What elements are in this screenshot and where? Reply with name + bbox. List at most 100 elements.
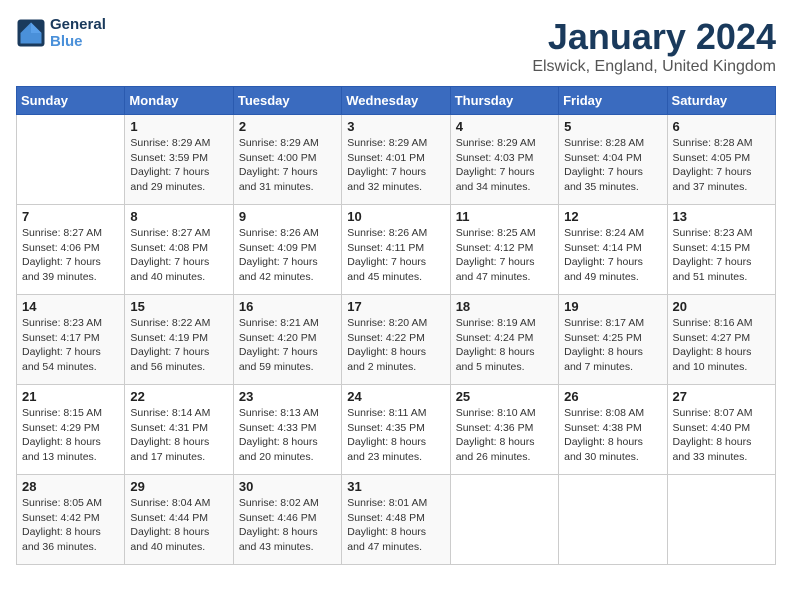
day-info: Sunrise: 8:10 AMSunset: 4:36 PMDaylight:…	[456, 406, 553, 465]
calendar-table: SundayMondayTuesdayWednesdayThursdayFrid…	[16, 86, 776, 565]
day-header-sunday: Sunday	[17, 87, 125, 115]
calendar-cell: 5 Sunrise: 8:28 AMSunset: 4:04 PMDaylight…	[559, 115, 667, 205]
day-number: 12	[564, 209, 661, 224]
day-info: Sunrise: 8:21 AMSunset: 4:20 PMDaylight:…	[239, 316, 336, 375]
day-info: Sunrise: 8:29 AMSunset: 4:00 PMDaylight:…	[239, 136, 336, 195]
logo-text: General Blue	[50, 16, 106, 50]
day-info: Sunrise: 8:13 AMSunset: 4:33 PMDaylight:…	[239, 406, 336, 465]
day-number: 24	[347, 389, 444, 404]
calendar-cell: 31 Sunrise: 8:01 AMSunset: 4:48 PMDayligh…	[342, 475, 450, 565]
calendar-cell: 17 Sunrise: 8:20 AMSunset: 4:22 PMDayligh…	[342, 295, 450, 385]
calendar-cell: 18Sunrise: 8:19 AMSunset: 4:24 PMDayligh…	[450, 295, 558, 385]
day-header-friday: Friday	[559, 87, 667, 115]
calendar-cell: 29Sunrise: 8:04 AMSunset: 4:44 PMDayligh…	[125, 475, 233, 565]
calendar-cell	[450, 475, 558, 565]
day-number: 19	[564, 299, 661, 314]
calendar-week-5: 28Sunrise: 8:05 AMSunset: 4:42 PMDayligh…	[17, 475, 776, 565]
calendar-cell: 11 Sunrise: 8:25 AMSunset: 4:12 PMDayligh…	[450, 205, 558, 295]
day-info: Sunrise: 8:28 AMSunset: 4:05 PMDaylight:…	[673, 136, 770, 195]
day-info: Sunrise: 8:27 AMSunset: 4:06 PMDaylight:…	[22, 226, 119, 285]
day-header-saturday: Saturday	[667, 87, 775, 115]
day-number: 14	[22, 299, 119, 314]
day-info: Sunrise: 8:20 AMSunset: 4:22 PMDaylight:…	[347, 316, 444, 375]
calendar-cell: 9 Sunrise: 8:26 AMSunset: 4:09 PMDaylight…	[233, 205, 341, 295]
day-info: Sunrise: 8:23 AMSunset: 4:15 PMDaylight:…	[673, 226, 770, 285]
day-number: 21	[22, 389, 119, 404]
day-number: 10	[347, 209, 444, 224]
calendar-cell: 1 Sunrise: 8:29 AMSunset: 3:59 PMDaylight…	[125, 115, 233, 205]
calendar-cell: 8 Sunrise: 8:27 AMSunset: 4:08 PMDaylight…	[125, 205, 233, 295]
calendar-cell: 28Sunrise: 8:05 AMSunset: 4:42 PMDayligh…	[17, 475, 125, 565]
day-number: 17	[347, 299, 444, 314]
day-info: Sunrise: 8:01 AMSunset: 4:48 PMDaylight:…	[347, 496, 444, 555]
day-info: Sunrise: 8:24 AMSunset: 4:14 PMDaylight:…	[564, 226, 661, 285]
day-number: 3	[347, 119, 444, 134]
day-number: 13	[673, 209, 770, 224]
day-info: Sunrise: 8:11 AMSunset: 4:35 PMDaylight:…	[347, 406, 444, 465]
day-number: 4	[456, 119, 553, 134]
calendar-cell: 19 Sunrise: 8:17 AMSunset: 4:25 PMDayligh…	[559, 295, 667, 385]
day-number: 5	[564, 119, 661, 134]
day-info: Sunrise: 8:07 AMSunset: 4:40 PMDaylight:…	[673, 406, 770, 465]
day-header-tuesday: Tuesday	[233, 87, 341, 115]
day-info: Sunrise: 8:23 AMSunset: 4:17 PMDaylight:…	[22, 316, 119, 375]
title-area: January 2024 Elswick, England, United Ki…	[532, 16, 776, 76]
calendar-cell: 10 Sunrise: 8:26 AMSunset: 4:11 PMDayligh…	[342, 205, 450, 295]
calendar-cell: 26 Sunrise: 8:08 AMSunset: 4:38 PMDayligh…	[559, 385, 667, 475]
calendar-cell: 2 Sunrise: 8:29 AMSunset: 4:00 PMDaylight…	[233, 115, 341, 205]
day-info: Sunrise: 8:26 AMSunset: 4:11 PMDaylight:…	[347, 226, 444, 285]
day-header-monday: Monday	[125, 87, 233, 115]
day-info: Sunrise: 8:17 AMSunset: 4:25 PMDaylight:…	[564, 316, 661, 375]
day-header-wednesday: Wednesday	[342, 87, 450, 115]
day-info: Sunrise: 8:29 AMSunset: 3:59 PMDaylight:…	[130, 136, 227, 195]
calendar-cell: 4 Sunrise: 8:29 AMSunset: 4:03 PMDaylight…	[450, 115, 558, 205]
calendar-cell: 27 Sunrise: 8:07 AMSunset: 4:40 PMDayligh…	[667, 385, 775, 475]
calendar-cell: 7 Sunrise: 8:27 AMSunset: 4:06 PMDaylight…	[17, 205, 125, 295]
calendar-header: General Blue January 2024 Elswick, Engla…	[16, 16, 776, 76]
calendar-cell: 30 Sunrise: 8:02 AMSunset: 4:46 PMDayligh…	[233, 475, 341, 565]
day-number: 9	[239, 209, 336, 224]
day-number: 23	[239, 389, 336, 404]
calendar-cell: 3 Sunrise: 8:29 AMSunset: 4:01 PMDaylight…	[342, 115, 450, 205]
calendar-cell: 20Sunrise: 8:16 AMSunset: 4:27 PMDayligh…	[667, 295, 775, 385]
day-number: 7	[22, 209, 119, 224]
day-number: 16	[239, 299, 336, 314]
day-number: 15	[130, 299, 227, 314]
day-info: Sunrise: 8:22 AMSunset: 4:19 PMDaylight:…	[130, 316, 227, 375]
calendar-cell: 6Sunrise: 8:28 AMSunset: 4:05 PMDaylight…	[667, 115, 775, 205]
calendar-cell: 24 Sunrise: 8:11 AMSunset: 4:35 PMDayligh…	[342, 385, 450, 475]
day-info: Sunrise: 8:25 AMSunset: 4:12 PMDaylight:…	[456, 226, 553, 285]
calendar-subtitle: Elswick, England, United Kingdom	[532, 58, 776, 76]
day-number: 11	[456, 209, 553, 224]
day-number: 26	[564, 389, 661, 404]
day-number: 27	[673, 389, 770, 404]
day-info: Sunrise: 8:28 AMSunset: 4:04 PMDaylight:…	[564, 136, 661, 195]
calendar-cell: 14 Sunrise: 8:23 AMSunset: 4:17 PMDayligh…	[17, 295, 125, 385]
calendar-cell: 22Sunrise: 8:14 AMSunset: 4:31 PMDayligh…	[125, 385, 233, 475]
day-number: 1	[130, 119, 227, 134]
logo-icon	[16, 18, 46, 48]
day-info: Sunrise: 8:27 AMSunset: 4:08 PMDaylight:…	[130, 226, 227, 285]
day-info: Sunrise: 8:02 AMSunset: 4:46 PMDaylight:…	[239, 496, 336, 555]
calendar-cell: 21 Sunrise: 8:15 AMSunset: 4:29 PMDayligh…	[17, 385, 125, 475]
day-info: Sunrise: 8:05 AMSunset: 4:42 PMDaylight:…	[22, 496, 119, 555]
day-info: Sunrise: 8:26 AMSunset: 4:09 PMDaylight:…	[239, 226, 336, 285]
day-info: Sunrise: 8:15 AMSunset: 4:29 PMDaylight:…	[22, 406, 119, 465]
day-info: Sunrise: 8:08 AMSunset: 4:38 PMDaylight:…	[564, 406, 661, 465]
day-header-thursday: Thursday	[450, 87, 558, 115]
day-info: Sunrise: 8:29 AMSunset: 4:01 PMDaylight:…	[347, 136, 444, 195]
day-info: Sunrise: 8:29 AMSunset: 4:03 PMDaylight:…	[456, 136, 553, 195]
calendar-cell: 16 Sunrise: 8:21 AMSunset: 4:20 PMDayligh…	[233, 295, 341, 385]
calendar-cell: 23 Sunrise: 8:13 AMSunset: 4:33 PMDayligh…	[233, 385, 341, 475]
calendar-week-2: 7 Sunrise: 8:27 AMSunset: 4:06 PMDaylight…	[17, 205, 776, 295]
day-number: 31	[347, 479, 444, 494]
day-number: 30	[239, 479, 336, 494]
calendar-title: January 2024	[532, 16, 776, 58]
day-number: 8	[130, 209, 227, 224]
calendar-week-4: 21 Sunrise: 8:15 AMSunset: 4:29 PMDayligh…	[17, 385, 776, 475]
header-row: SundayMondayTuesdayWednesdayThursdayFrid…	[17, 87, 776, 115]
day-info: Sunrise: 8:19 AMSunset: 4:24 PMDaylight:…	[456, 316, 553, 375]
calendar-cell: 15 Sunrise: 8:22 AMSunset: 4:19 PMDayligh…	[125, 295, 233, 385]
calendar-week-1: 1 Sunrise: 8:29 AMSunset: 3:59 PMDaylight…	[17, 115, 776, 205]
day-number: 2	[239, 119, 336, 134]
